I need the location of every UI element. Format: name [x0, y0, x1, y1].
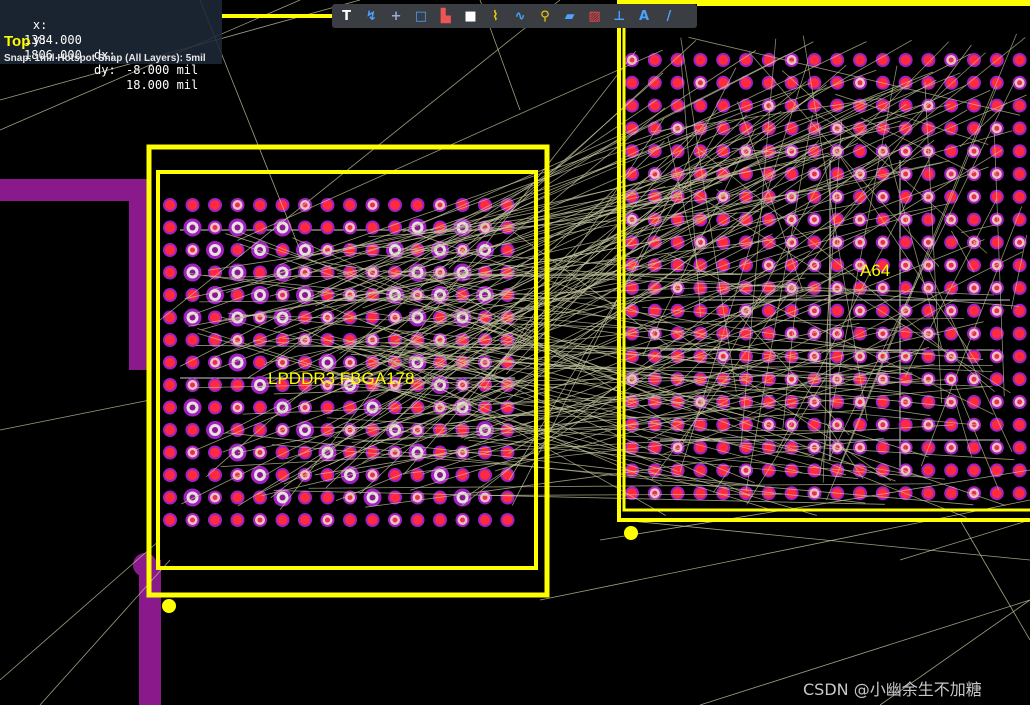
place-string-icon[interactable]: A [634, 6, 655, 26]
dimension-icon[interactable]: ⊥ [609, 6, 630, 26]
dy-value: 18.000 mil [126, 78, 199, 92]
route-multiple-icon-glyph: ⌇ [492, 8, 499, 24]
filter-icon-glyph: T [342, 8, 351, 24]
align-icon[interactable]: ▙ [435, 6, 456, 26]
copper-traces [0, 179, 161, 705]
place-pad-icon[interactable]: ■ [460, 6, 481, 26]
dimension-icon-glyph: ⊥ [613, 8, 626, 24]
place-string-icon-glyph: A [639, 8, 650, 24]
lpddr3-designator: LPDDR3 FBGA178 [268, 369, 414, 388]
active-bar-toolbar: T ↯ + □ ▙ ■ ⌇ ∿ ⚲ ▰ ▨ ⊥ A / [332, 4, 697, 28]
differential-pair-icon[interactable]: ∿ [510, 6, 531, 26]
differential-pair-icon-glyph: ∿ [514, 8, 526, 24]
interactive-route-icon[interactable]: ↯ [361, 6, 382, 26]
keepout-icon[interactable]: ▨ [584, 6, 605, 26]
polygon-pour-icon[interactable]: ▰ [559, 6, 580, 26]
a64-designator: A64 [860, 261, 890, 280]
pcb-canvas[interactable]: LPDDR3 FBGA178 A64 [0, 0, 1030, 705]
select-rect-icon-glyph: □ [414, 8, 428, 24]
route-multiple-icon[interactable]: ⌇ [485, 6, 506, 26]
interactive-route-icon-glyph: ↯ [365, 8, 377, 24]
current-layer: Top [4, 33, 31, 50]
place-cross-icon-glyph: + [390, 8, 402, 24]
watermark: CSDN @小幽余生不加糖 [803, 680, 982, 699]
y-label: y: [32, 33, 48, 47]
polygon-pour-icon-glyph: ▰ [564, 8, 575, 24]
filter-icon[interactable]: T [336, 6, 357, 26]
align-icon-glyph: ▙ [440, 8, 451, 24]
snap-settings: Snap: 1mil Hotspot Snap (All Layers): 5m… [4, 53, 206, 64]
coordinate-readout: x: 1384.000 dx: -8.000 mil y: 1806.000 d… [0, 0, 222, 92]
place-via-icon-glyph: ⚲ [540, 8, 550, 24]
place-line-icon-glyph: / [666, 8, 672, 24]
keepout-icon-glyph: ▨ [588, 8, 601, 24]
select-rect-icon[interactable]: □ [410, 6, 431, 26]
place-cross-icon[interactable]: + [386, 6, 407, 26]
place-pad-icon-glyph: ■ [464, 8, 477, 24]
place-via-icon[interactable]: ⚲ [534, 6, 555, 26]
place-line-icon[interactable]: / [658, 6, 679, 26]
